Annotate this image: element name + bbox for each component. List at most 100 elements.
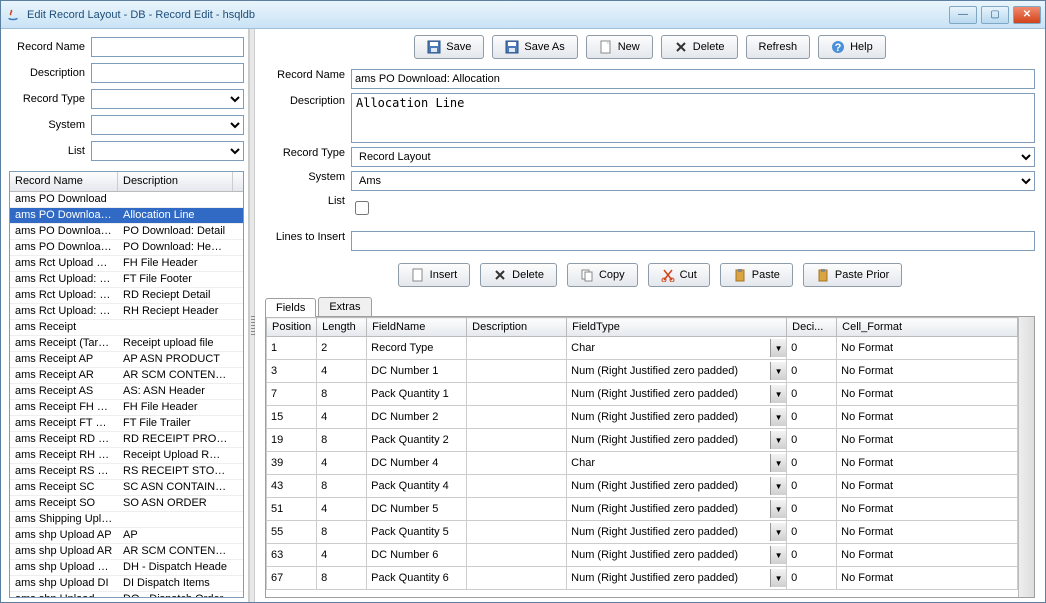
detail-system-select[interactable]: Ams [351, 171, 1035, 191]
cut-button[interactable]: Cut [648, 263, 710, 287]
maximize-button[interactable]: ▢ [981, 6, 1009, 24]
filter-list-label: List [9, 145, 85, 157]
col-deci[interactable]: Deci... [787, 318, 837, 337]
lines-label: Lines to Insert [265, 231, 345, 243]
window-title: Edit Record Layout - DB - Record Edit - … [27, 9, 949, 21]
col-description[interactable]: Description [467, 318, 567, 337]
lines-input[interactable] [351, 231, 1035, 251]
chevron-down-icon[interactable]: ▼ [770, 454, 786, 472]
chevron-down-icon[interactable]: ▼ [770, 569, 786, 587]
saveas-icon [505, 40, 519, 54]
list-item[interactable]: ams Shipping Upload [10, 512, 243, 528]
list-item[interactable]: ams Receipt [10, 320, 243, 336]
list-item[interactable]: ams Receipt RD Re…RD RECEIPT PRODUC [10, 432, 243, 448]
list-item[interactable]: ams Rct Upload: RHRH Reciept Header [10, 304, 243, 320]
filter-description-input[interactable] [91, 63, 244, 83]
recordlist-col-desc[interactable]: Description [118, 172, 233, 191]
insert-button[interactable]: Insert [398, 263, 471, 287]
table-row[interactable]: 34DC Number 1Num (Right Justified zero p… [267, 360, 1018, 383]
detail-recordtype-select[interactable]: Record Layout [351, 147, 1035, 167]
list-item[interactable]: ams shp Upload APAP [10, 528, 243, 544]
pasteprior-button[interactable]: Paste Prior [803, 263, 902, 287]
table-row[interactable]: 634DC Number 6Num (Right Justified zero … [267, 544, 1018, 567]
list-item[interactable]: ams Receipt APAP ASN PRODUCT [10, 352, 243, 368]
table-row[interactable]: 558Pack Quantity 5Num (Right Justified z… [267, 521, 1018, 544]
chevron-down-icon[interactable]: ▼ [770, 431, 786, 449]
recordlist-col-name[interactable]: Record Name [10, 172, 118, 191]
table-row[interactable]: 438Pack Quantity 4Num (Right Justified z… [267, 475, 1018, 498]
grid-toolbar: Insert Delete Copy Cut Paste Paste Prior [265, 263, 1035, 287]
list-item[interactable]: ams Rct Upload: FT…FT File Footer [10, 272, 243, 288]
new-button[interactable]: New [586, 35, 653, 59]
list-item[interactable]: ams Rct Upload FH …FH File Header [10, 256, 243, 272]
col-position[interactable]: Position [267, 318, 317, 337]
minimize-button[interactable]: — [949, 6, 977, 24]
grid-scrollbar[interactable] [1018, 317, 1034, 597]
fields-grid[interactable]: Position Length FieldName Description Fi… [265, 317, 1035, 598]
chevron-down-icon[interactable]: ▼ [770, 385, 786, 403]
delete-button[interactable]: Delete [661, 35, 738, 59]
chevron-down-icon[interactable]: ▼ [770, 546, 786, 564]
paste-button[interactable]: Paste [720, 263, 793, 287]
filter-description-label: Description [9, 67, 85, 79]
refresh-button[interactable]: Refresh [746, 35, 811, 59]
list-item[interactable]: ams Receipt (Taret …Receipt upload file [10, 336, 243, 352]
list-item[interactable]: ams Receipt SCSC ASN CONTAINER [10, 480, 243, 496]
chevron-down-icon[interactable]: ▼ [770, 362, 786, 380]
close-button[interactable]: ✕ [1013, 6, 1041, 24]
filter-system-select[interactable] [91, 115, 244, 135]
list-item[interactable]: ams Rct Upload: RDRD Reciept Detail [10, 288, 243, 304]
list-item[interactable]: ams shp Upload DIDI Dispatch Items [10, 576, 243, 592]
table-row[interactable]: 678Pack Quantity 6Num (Right Justified z… [267, 567, 1018, 590]
list-item[interactable]: ams PO Download: …PO Download: Heade [10, 240, 243, 256]
list-item[interactable]: ams Receipt ASAS: ASN Header [10, 384, 243, 400]
save-button[interactable]: Save [414, 35, 484, 59]
list-item[interactable]: ams PO Download [10, 192, 243, 208]
help-button[interactable]: ?Help [818, 35, 886, 59]
table-row[interactable]: 514DC Number 5Num (Right Justified zero … [267, 498, 1018, 521]
chevron-down-icon[interactable]: ▼ [770, 408, 786, 426]
list-item[interactable]: ams Receipt ARAR SCM CONTENTS O [10, 368, 243, 384]
left-panel: Record Name Description Record Type Syst… [1, 29, 249, 602]
copy-button[interactable]: Copy [567, 263, 638, 287]
list-item[interactable]: ams shp Upload DHDH - Dispatch Heade [10, 560, 243, 576]
chevron-down-icon[interactable]: ▼ [770, 477, 786, 495]
filter-recordtype-select[interactable] [91, 89, 244, 109]
tab-fields[interactable]: Fields [265, 298, 316, 317]
detail-recordname-input[interactable] [351, 69, 1035, 89]
filter-list-select[interactable] [91, 141, 244, 161]
splitter[interactable] [249, 29, 255, 602]
detail-description-input[interactable] [351, 93, 1035, 143]
delete-icon [674, 40, 688, 54]
grid-delete-button[interactable]: Delete [480, 263, 557, 287]
list-item[interactable]: ams Receipt RH Re…Receipt Upload RH R [10, 448, 243, 464]
list-item[interactable]: ams Receipt FH He…FH File Header [10, 400, 243, 416]
saveas-button[interactable]: Save As [492, 35, 577, 59]
chevron-down-icon[interactable]: ▼ [770, 523, 786, 541]
list-item[interactable]: ams Receipt SOSO ASN ORDER [10, 496, 243, 512]
detail-list-label: List [265, 195, 345, 207]
chevron-down-icon[interactable]: ▼ [770, 500, 786, 518]
list-item[interactable]: ams shp Upload ARAR SCM CONTENTS O [10, 544, 243, 560]
detail-list-checkbox[interactable] [355, 198, 369, 218]
list-item[interactable]: ams PO Download: …PO Download: Detail [10, 224, 243, 240]
table-row[interactable]: 394DC Number 4Char▼0No Format [267, 452, 1018, 475]
list-item[interactable]: ams Receipt RS Rec…RS RECEIPT STORE A [10, 464, 243, 480]
tab-extras[interactable]: Extras [318, 297, 371, 316]
table-row[interactable]: 78Pack Quantity 1Num (Right Justified ze… [267, 383, 1018, 406]
list-item[interactable]: ams PO Download: …Allocation Line [10, 208, 243, 224]
table-row[interactable]: 198Pack Quantity 2Num (Right Justified z… [267, 429, 1018, 452]
filter-recordname-input[interactable] [91, 37, 244, 57]
chevron-down-icon[interactable]: ▼ [770, 339, 786, 357]
record-list[interactable]: Record Name Description ams PO Downloada… [9, 171, 244, 598]
list-item[interactable]: ams Receipt FT File …FT File Trailer [10, 416, 243, 432]
table-row[interactable]: 154DC Number 2Num (Right Justified zero … [267, 406, 1018, 429]
table-row[interactable]: 12Record TypeChar▼0No Format [267, 337, 1018, 360]
col-cellformat[interactable]: Cell_Format [837, 318, 1018, 337]
detail-description-label: Description [265, 93, 345, 107]
col-fieldname[interactable]: FieldName [367, 318, 467, 337]
detail-form: Record Name Description Record TypeRecor… [265, 69, 1035, 255]
col-length[interactable]: Length [317, 318, 367, 337]
col-fieldtype[interactable]: FieldType [567, 318, 787, 337]
list-item[interactable]: ams shp Upload DODO - Dispatch Order [10, 592, 243, 597]
